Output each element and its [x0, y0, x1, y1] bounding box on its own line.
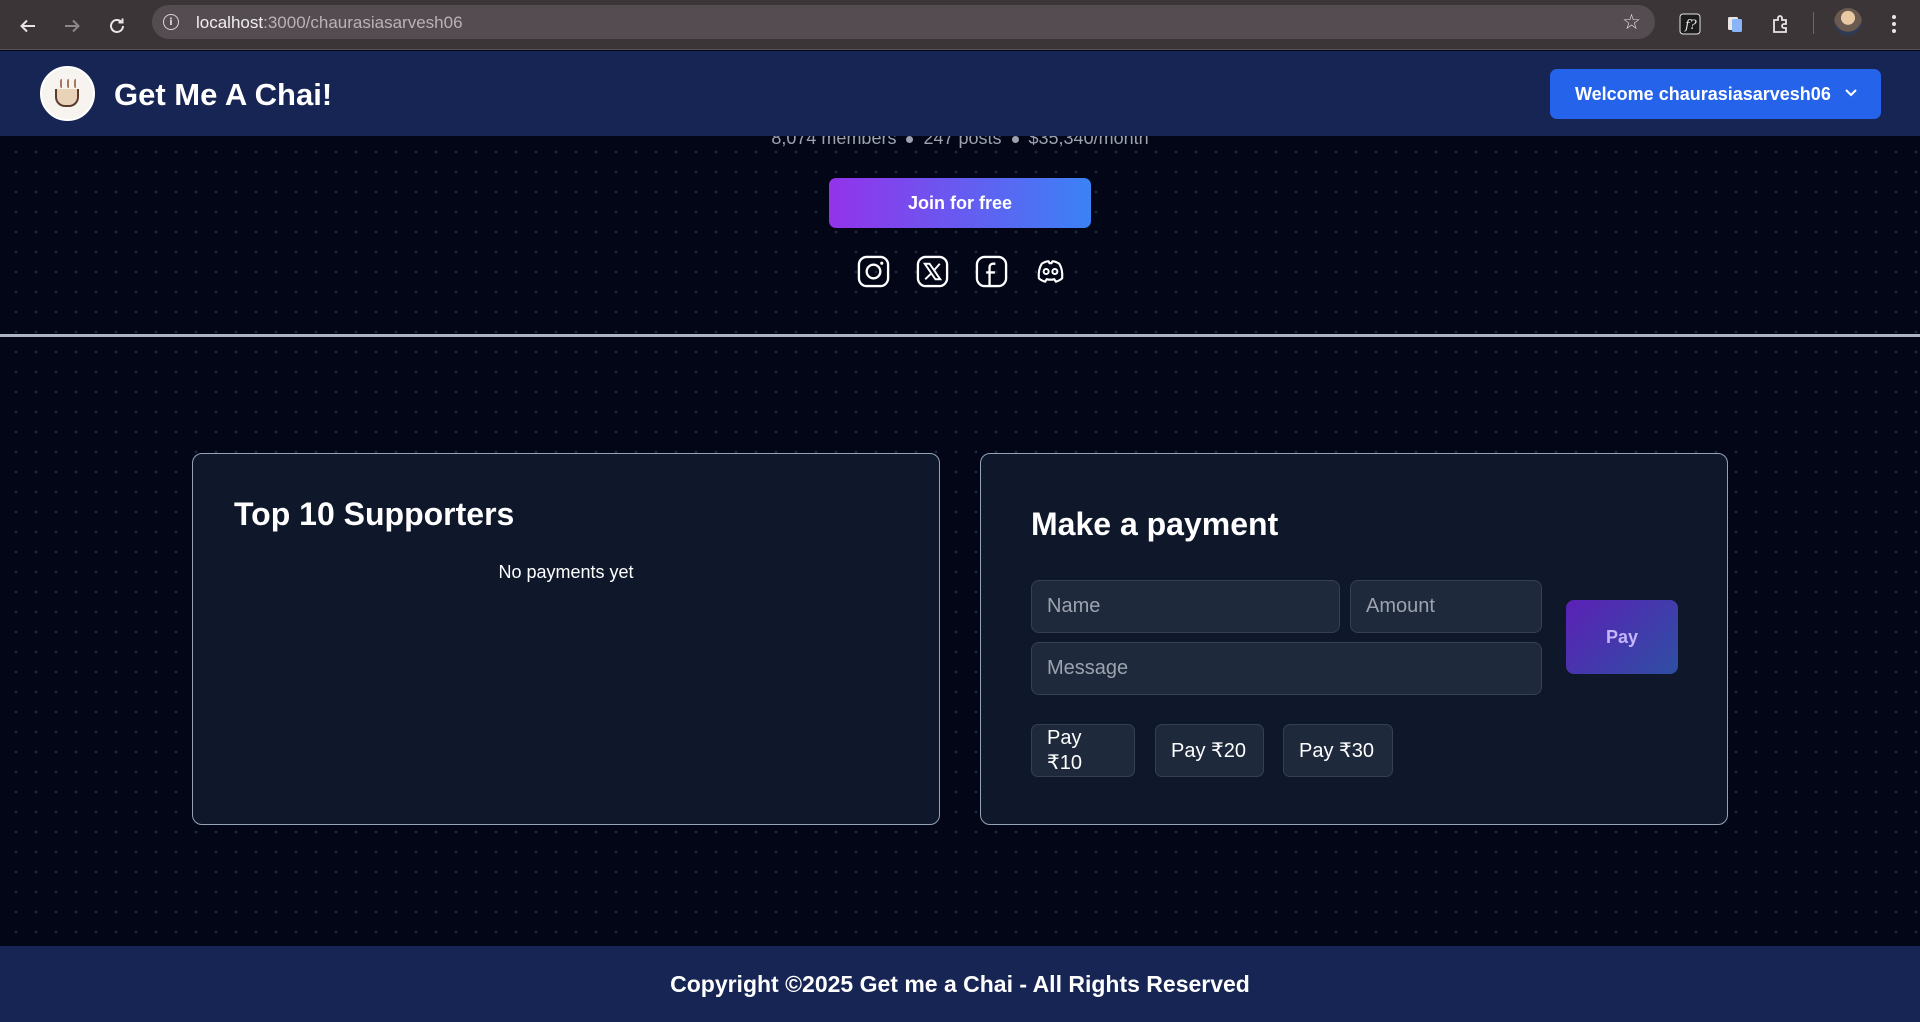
- discord-icon[interactable]: [1033, 254, 1068, 289]
- site-title[interactable]: Get Me A Chai!: [114, 77, 332, 113]
- url-host: localhost: [196, 13, 264, 32]
- x-icon[interactable]: [915, 254, 950, 289]
- pay-20-button[interactable]: Pay ₹20: [1155, 724, 1264, 777]
- browser-toolbar: i localhost:3000/chaurasiasarvesh06 ☆ f?: [0, 0, 1920, 50]
- star-icon[interactable]: ☆: [1622, 10, 1641, 35]
- svg-text:f?: f?: [1684, 18, 1698, 33]
- name-input[interactable]: Name: [1031, 580, 1340, 633]
- more-menu-icon[interactable]: [1880, 10, 1908, 38]
- separator-dot: [906, 135, 914, 143]
- copyright-text: Copyright ©2025 Get me a Chai - All Righ…: [670, 970, 1250, 997]
- pay-button[interactable]: Pay: [1566, 600, 1678, 674]
- welcome-label: Welcome chaurasiasarvesh06: [1575, 83, 1831, 104]
- site-footer: Copyright ©2025 Get me a Chai - All Righ…: [0, 946, 1920, 1022]
- site-logo[interactable]: [40, 66, 95, 121]
- social-links: [856, 254, 1068, 290]
- supporters-title: Top 10 Supporters: [234, 496, 515, 532]
- chai-cup-icon: [51, 78, 85, 109]
- payment-card: Make a payment Name Amount Message Pay P…: [980, 453, 1728, 825]
- url-text[interactable]: localhost:3000/chaurasiasarvesh06: [196, 13, 463, 33]
- reload-icon[interactable]: [101, 10, 133, 42]
- chevron-down-icon: [1845, 89, 1857, 97]
- amount-input[interactable]: Amount: [1350, 580, 1542, 633]
- facebook-icon[interactable]: [974, 254, 1009, 289]
- profile-avatar[interactable]: [1834, 8, 1862, 36]
- page-main: 8,074 members 247 posts $35,340/month Join…: [0, 128, 1920, 946]
- supporters-card: Top 10 Supporters No payments yet: [192, 453, 940, 825]
- site-info-icon[interactable]: i: [163, 14, 179, 30]
- url-path: :3000/chaurasiasarvesh06: [263, 13, 463, 32]
- pay-10-button[interactable]: Pay ₹10: [1031, 724, 1135, 777]
- font-extension-icon[interactable]: f?: [1676, 10, 1704, 38]
- join-for-free-button[interactable]: Join for free: [829, 178, 1091, 228]
- copy-extension-icon[interactable]: [1721, 10, 1749, 38]
- site-navbar: Get Me A Chai! Welcome chaurasiasarvesh0…: [0, 51, 1920, 136]
- section-divider: [0, 334, 1920, 337]
- pay-30-button[interactable]: Pay ₹30: [1283, 724, 1393, 777]
- puzzle-extensions-icon[interactable]: [1767, 10, 1795, 38]
- no-payments-text: No payments yet: [498, 562, 634, 582]
- welcome-dropdown-button[interactable]: Welcome chaurasiasarvesh06: [1550, 69, 1881, 119]
- address-bar[interactable]: i localhost:3000/chaurasiasarvesh06 ☆: [152, 5, 1655, 39]
- toolbar-separator: [1813, 12, 1814, 34]
- separator-dot: [1011, 135, 1019, 143]
- message-input[interactable]: Message: [1031, 642, 1542, 695]
- payment-title: Make a payment: [1031, 506, 1279, 542]
- instagram-icon[interactable]: [856, 254, 891, 289]
- forward-icon[interactable]: [56, 10, 88, 42]
- back-icon[interactable]: [12, 10, 44, 42]
